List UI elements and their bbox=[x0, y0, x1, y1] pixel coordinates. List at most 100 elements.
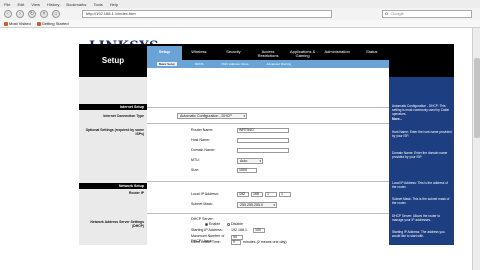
menu-tools[interactable]: Tools bbox=[93, 2, 102, 7]
help-text: Subnet Mask: This is the subnet mask of … bbox=[392, 197, 450, 205]
connection-type-select[interactable]: Automatic Configuration - DHCP ▾ bbox=[177, 113, 247, 119]
subtab-basic-setup[interactable]: Basic Setup bbox=[157, 62, 178, 66]
subnet-mask-select[interactable]: 255.255.255.0 ▾ bbox=[237, 202, 277, 208]
internet-connection-type-label: Internet Connection Type bbox=[103, 114, 144, 118]
help-header bbox=[389, 44, 454, 77]
mtu-select[interactable]: Auto ▾ bbox=[237, 158, 263, 164]
dhcp-disable-option[interactable]: Disable bbox=[227, 222, 243, 227]
more-link[interactable]: More... bbox=[392, 117, 452, 121]
browser-menubar: File Edit View History Bookmarks Tools H… bbox=[0, 0, 480, 8]
scrollbar-thumb[interactable] bbox=[474, 58, 480, 138]
menu-file[interactable]: File bbox=[4, 2, 10, 7]
menu-view[interactable]: View bbox=[31, 2, 40, 7]
internet-setup-heading: Internet Setup bbox=[79, 104, 147, 110]
subtab-advanced-routing[interactable]: Advanced Routing bbox=[267, 62, 292, 66]
help-text: DHCP Server: Allows the router to manage… bbox=[392, 214, 441, 222]
address-bar[interactable]: http://192.168.1.1/index.htm bbox=[82, 10, 332, 18]
lease-time-input[interactable]: 0 bbox=[231, 240, 241, 245]
bookmark-label: Most Visited bbox=[9, 21, 31, 26]
home-icon[interactable]: ⌂ bbox=[52, 10, 60, 18]
menu-edit[interactable]: Edit bbox=[17, 2, 24, 7]
help-text: Starting IP Address: The address you wou… bbox=[392, 230, 445, 238]
help-text: Domain Name: Enter the domain name provi… bbox=[392, 151, 448, 159]
help-subnet: Subnet Mask: This is the subnet mask of … bbox=[392, 197, 452, 205]
chevron-down-icon: ▾ bbox=[243, 114, 245, 118]
form-area: Automatic Configuration - DHCP ▾ Router N… bbox=[147, 77, 389, 245]
router-ip-label: Router IP bbox=[128, 191, 144, 195]
start-ip-prefix: 192.168.1. bbox=[231, 228, 248, 232]
dhcp-settings-label: Network Address Server Settings (DHCP) bbox=[90, 220, 144, 228]
help-domain-name: Domain Name: Enter the domain name provi… bbox=[392, 151, 452, 159]
bookmarks-toolbar: Most Visited Getting Started bbox=[0, 20, 480, 28]
menu-bookmarks[interactable]: Bookmarks bbox=[66, 2, 86, 7]
divider bbox=[147, 213, 389, 214]
subnet-mask-label: Subnet Mask: bbox=[191, 202, 213, 206]
search-input[interactable]: G Google bbox=[382, 10, 472, 18]
local-ip-octet-4[interactable]: 1 bbox=[279, 192, 291, 197]
bookmark-icon bbox=[4, 21, 8, 26]
sub-nav: Basic Setup DDNS MAC Address Clone Advan… bbox=[147, 60, 389, 68]
nav-spacer bbox=[147, 68, 389, 77]
help-column: Automatic Configuration - DHCP: This set… bbox=[389, 77, 454, 245]
help-host-name: Host Name: Enter the host name provided … bbox=[392, 130, 452, 138]
lease-time-label: Client Lease Time: bbox=[191, 240, 221, 244]
local-ip-octet-3[interactable]: 1 bbox=[265, 192, 277, 197]
help-dhcp-server: DHCP Server: Allows the router to manage… bbox=[392, 214, 452, 222]
back-icon[interactable]: ‹ bbox=[4, 10, 12, 18]
host-name-input[interactable] bbox=[237, 138, 289, 143]
google-icon: G bbox=[385, 11, 389, 16]
dhcp-enable-option[interactable]: Enable bbox=[205, 222, 220, 227]
menu-help[interactable]: Help bbox=[110, 2, 118, 7]
search-placeholder: Google bbox=[391, 11, 404, 16]
left-column: Internet Setup Internet Connection Type … bbox=[79, 77, 147, 245]
stop-icon[interactable]: × bbox=[40, 10, 48, 18]
reload-icon[interactable]: ↻ bbox=[28, 10, 36, 18]
local-ip-label: Local IP Address: bbox=[191, 192, 219, 196]
router-name-label: Router Name: bbox=[191, 128, 214, 132]
lease-time-unit: minutes (0 means one day) bbox=[243, 240, 287, 244]
page-scrollbar[interactable] bbox=[472, 28, 480, 270]
subtab-mac-clone[interactable]: MAC Address Clone bbox=[222, 62, 249, 66]
size-label: Size: bbox=[191, 168, 199, 172]
help-start-ip: Starting IP Address: The address you wou… bbox=[392, 230, 452, 238]
help-text: Host Name: Enter the host name provided … bbox=[392, 130, 452, 138]
radio-disable[interactable] bbox=[227, 222, 230, 226]
start-ip-label: Starting IP Address: bbox=[191, 228, 223, 232]
subtab-ddns[interactable]: DDNS bbox=[195, 62, 204, 66]
tab-setup[interactable]: Setup bbox=[147, 46, 182, 60]
bookmark-most-visited[interactable]: Most Visited bbox=[4, 21, 31, 26]
host-name-label: Host Name: bbox=[191, 138, 210, 142]
main-nav: Setup Wireless Security Access Restricti… bbox=[147, 44, 389, 68]
tab-wireless[interactable]: Wireless bbox=[182, 46, 217, 60]
bookmark-icon bbox=[36, 21, 41, 26]
start-ip-input[interactable]: 100 bbox=[253, 228, 265, 233]
domain-name-input[interactable] bbox=[237, 148, 289, 153]
network-setup-heading: Network Setup bbox=[79, 183, 147, 189]
local-ip-octet-2[interactable]: 168 bbox=[251, 192, 263, 197]
help-local-ip: Local IP Address: This is the address of… bbox=[392, 181, 452, 189]
router-name-input[interactable]: WRT54G bbox=[237, 128, 289, 133]
dhcp-enable-label: Enable bbox=[209, 222, 221, 226]
forward-icon[interactable]: › bbox=[16, 10, 24, 18]
section-title: Setup bbox=[79, 44, 147, 77]
tab-security[interactable]: Security bbox=[216, 46, 251, 60]
bookmark-getting-started[interactable]: Getting Started bbox=[36, 21, 69, 26]
connection-type-value: Automatic Configuration - DHCP bbox=[180, 114, 232, 118]
optional-settings-label: Optional Settings (required by some ISPs… bbox=[85, 128, 144, 136]
help-connection-type: Automatic Configuration - DHCP: This set… bbox=[392, 104, 452, 121]
divider bbox=[147, 123, 389, 124]
local-ip-octet-1[interactable]: 192 bbox=[237, 192, 249, 197]
tab-status[interactable]: Status bbox=[354, 46, 389, 60]
menu-history[interactable]: History bbox=[47, 2, 59, 7]
tab-administration[interactable]: Administration bbox=[320, 46, 355, 60]
size-input[interactable]: 1500 bbox=[237, 168, 257, 173]
tab-applications-gaming[interactable]: Applications & Gaming bbox=[285, 46, 320, 60]
mtu-label: MTU: bbox=[191, 158, 200, 162]
domain-name-label: Domain Name: bbox=[191, 148, 215, 152]
help-text: Automatic Configuration - DHCP: This set… bbox=[392, 104, 450, 116]
chevron-down-icon: ▾ bbox=[259, 159, 261, 163]
radio-enable[interactable] bbox=[205, 222, 208, 226]
dhcp-disable-label: Disable bbox=[231, 222, 243, 226]
tab-access-restrictions[interactable]: Access Restrictions bbox=[251, 46, 286, 60]
bookmark-label: Getting Started bbox=[41, 21, 69, 26]
